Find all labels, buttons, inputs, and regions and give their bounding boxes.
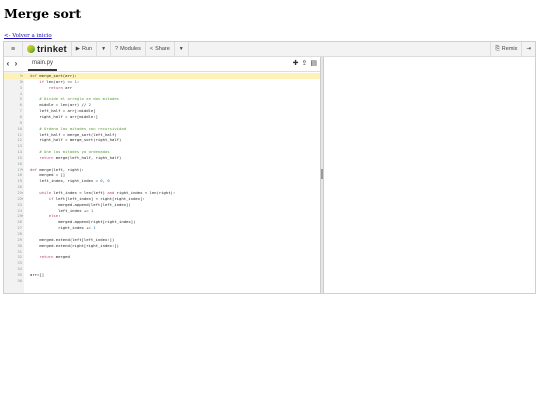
share-label: Share <box>155 46 170 52</box>
share-options-button[interactable]: ▼ <box>175 42 188 56</box>
run-options-button[interactable]: ▼ <box>97 42 110 56</box>
download-icon[interactable]: ▤ <box>310 59 317 67</box>
question-icon: ? <box>115 46 119 52</box>
output-pane[interactable] <box>324 57 535 293</box>
play-icon: ▶ <box>75 46 80 52</box>
editor-pane: ‹ › main.py ✚ ⇪ ▤ 1 ▾ def merge_sort(arr):… <box>4 57 321 293</box>
chevron-right-icon[interactable]: › <box>12 57 20 71</box>
run-button[interactable]: ▶ Run <box>72 42 96 56</box>
run-label: Run <box>81 46 93 52</box>
page-title: Merge sort <box>4 6 82 21</box>
menu-icon: ≡ <box>10 45 16 53</box>
file-tabbar: ‹ › main.py ✚ ⇪ ▤ <box>4 57 320 72</box>
trinket-brand: trinket <box>37 43 67 55</box>
chevron-down-icon: ▼ <box>178 46 184 52</box>
chevron-down-icon: ▼ <box>101 46 107 52</box>
toolbar-divider <box>187 42 189 56</box>
trinket-logo[interactable]: trinket <box>23 44 71 55</box>
modules-label: Modules <box>120 46 141 52</box>
upload-icon[interactable]: ⇪ <box>302 59 308 67</box>
back-link[interactable]: <- Volver a inicio <box>4 33 52 39</box>
line-number: 36 <box>17 277 22 283</box>
remix-label: Remix <box>501 46 518 52</box>
share-button[interactable]: < Share <box>146 42 174 56</box>
sign-in-icon: ⇥ <box>526 46 531 52</box>
trinket-toolbar: ≡ trinket ▶ Run ▼ ? Modules < Share ▼ ⎘ … <box>4 42 535 57</box>
chevron-left-icon[interactable]: ‹ <box>4 57 12 71</box>
code-line[interactable]: 36 <box>4 278 320 284</box>
share-icon: < <box>149 46 154 52</box>
menu-button[interactable]: ≡ <box>4 42 22 56</box>
remix-button[interactable]: ⎘ Remix <box>491 42 521 56</box>
add-file-icon[interactable]: ✚ <box>293 59 299 67</box>
sign-in-button[interactable]: ⇥ <box>522 42 535 56</box>
trinket-embed: ≡ trinket ▶ Run ▼ ? Modules < Share ▼ ⎘ … <box>3 41 536 294</box>
remix-icon: ⎘ <box>495 45 500 52</box>
file-tab-main[interactable]: main.py <box>28 57 58 71</box>
file-actions: ✚ ⇪ ▤ <box>293 59 317 67</box>
resize-grip[interactable] <box>321 169 323 179</box>
code-editor[interactable]: 1 ▾ def merge_sort(arr): 2 ▾ if len(arr) <= … <box>4 72 320 293</box>
trinket-logo-icon <box>27 45 35 53</box>
modules-button[interactable]: ? Modules <box>111 42 145 56</box>
